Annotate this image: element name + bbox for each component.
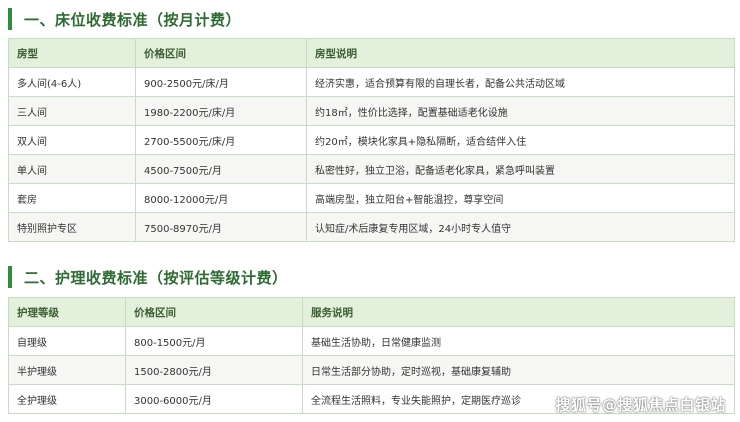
table-header-row: 房型 价格区间 房型说明 <box>8 38 735 68</box>
table-row: 单人间 4500-7500元/月 私密性好，独立卫浴，配备适老化家具，紧急呼叫装… <box>8 154 735 184</box>
price-cell: 8000-12000元/月 <box>135 183 307 213</box>
column-header-price-range: 价格区间 <box>125 297 303 327</box>
bed-fee-table: 房型 价格区间 房型说明 多人间(4-6人) 900-2500元/床/月 经济实… <box>8 38 735 242</box>
description-cell: 日常生活部分协助，定时巡视，基础康复辅助 <box>302 355 735 385</box>
column-header-care-level: 护理等级 <box>8 297 126 327</box>
room-type-cell: 特别照护专区 <box>8 212 136 242</box>
column-header-service-description: 服务说明 <box>302 297 735 327</box>
description-cell: 约20㎡，模块化家具+隐私隔断，适合结伴入住 <box>306 125 735 155</box>
column-header-price-range: 价格区间 <box>135 38 307 68</box>
table-row: 三人间 1980-2200元/床/月 约18㎡，性价比选择，配置基础适老化设施 <box>8 96 735 126</box>
table-row: 半护理级 1500-2800元/月 日常生活部分协助，定时巡视，基础康复辅助 <box>8 355 735 385</box>
column-header-room-description: 房型说明 <box>306 38 735 68</box>
section-title-bed-fees: 一、床位收费标准（按月计费） <box>8 8 241 30</box>
table-row: 双人间 2700-5500元/床/月 约20㎡，模块化家具+隐私隔断，适合结伴入… <box>8 125 735 155</box>
description-cell: 基础生活协助，日常健康监测 <box>302 326 735 356</box>
table-row: 多人间(4-6人) 900-2500元/床/月 经济实惠，适合预算有限的自理长者… <box>8 67 735 97</box>
care-level-cell: 全护理级 <box>8 384 126 414</box>
price-cell: 2700-5500元/床/月 <box>135 125 307 155</box>
column-header-room-type: 房型 <box>8 38 136 68</box>
price-cell: 1980-2200元/床/月 <box>135 96 307 126</box>
description-cell: 经济实惠，适合预算有限的自理长者，配备公共活动区域 <box>306 67 735 97</box>
description-cell: 认知症/术后康复专用区域，24小时专人值守 <box>306 212 735 242</box>
price-cell: 1500-2800元/月 <box>125 355 303 385</box>
page: 一、床位收费标准（按月计费） 房型 价格区间 房型说明 多人间(4-6人) 90… <box>0 0 740 422</box>
table-row: 特别照护专区 7500-8970元/月 认知症/术后康复专用区域，24小时专人值… <box>8 212 735 242</box>
watermark: 搜狐号@搜狐焦点白银站 <box>555 396 726 414</box>
room-type-cell: 套房 <box>8 183 136 213</box>
table-row: 套房 8000-12000元/月 高端房型，独立阳台+智能温控，尊享空间 <box>8 183 735 213</box>
section-title-care-fees: 二、护理收费标准（按评估等级计费） <box>8 266 288 288</box>
room-type-cell: 多人间(4-6人) <box>8 67 136 97</box>
price-cell: 7500-8970元/月 <box>135 212 307 242</box>
care-level-cell: 半护理级 <box>8 355 126 385</box>
description-cell: 高端房型，独立阳台+智能温控，尊享空间 <box>306 183 735 213</box>
room-type-cell: 单人间 <box>8 154 136 184</box>
care-level-cell: 自理级 <box>8 326 126 356</box>
price-cell: 4500-7500元/月 <box>135 154 307 184</box>
description-cell: 约18㎡，性价比选择，配置基础适老化设施 <box>306 96 735 126</box>
table-row: 自理级 800-1500元/月 基础生活协助，日常健康监测 <box>8 326 735 356</box>
room-type-cell: 双人间 <box>8 125 136 155</box>
price-cell: 800-1500元/月 <box>125 326 303 356</box>
price-cell: 3000-6000元/月 <box>125 384 303 414</box>
description-cell: 私密性好，独立卫浴，配备适老化家具，紧急呼叫装置 <box>306 154 735 184</box>
price-cell: 900-2500元/床/月 <box>135 67 307 97</box>
table-header-row: 护理等级 价格区间 服务说明 <box>8 297 735 327</box>
room-type-cell: 三人间 <box>8 96 136 126</box>
